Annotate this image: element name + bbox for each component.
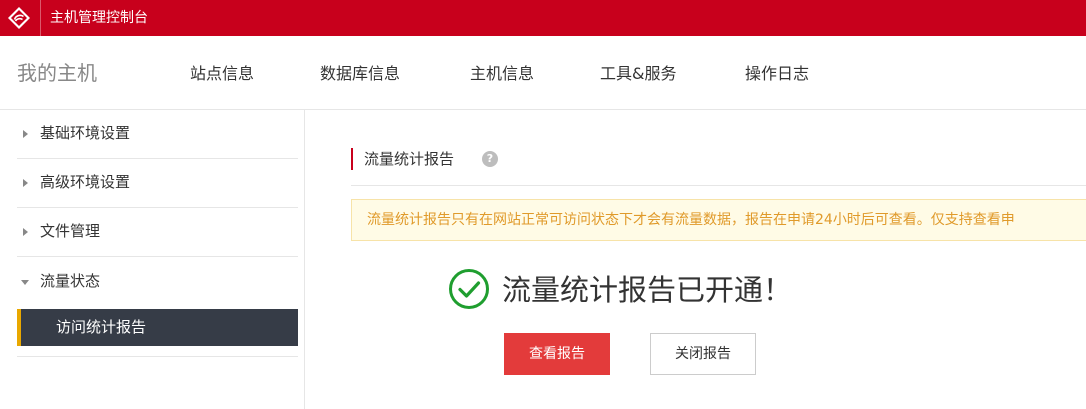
sidebar-subitem-visit-report[interactable]: 访问统计报告 [17,309,298,346]
close-report-button[interactable]: 关闭报告 [650,333,756,375]
nav-operation-log[interactable]: 操作日志 [745,63,809,85]
question-circle-icon[interactable]: ? [482,151,498,167]
sidebar-item-label: 高级环境设置 [40,173,131,191]
nav-host-info[interactable]: 主机信息 [470,63,534,85]
caret-down-icon [21,280,29,285]
notice-text: 流量统计报告只有在网站正常可访问状态下才会有流量数据，报告在申请24小时后可查看… [367,212,1015,228]
nav-database-info[interactable]: 数据库信息 [320,63,400,85]
nav-site-info[interactable]: 站点信息 [190,63,254,85]
success-message: 流量统计报告已开通！ [502,273,793,307]
app-title: 主机管理控制台 [50,10,148,26]
sidebar-item-label: 流量状态 [40,272,101,290]
sidebar-item-file-management[interactable]: 文件管理 [17,208,298,257]
caret-right-icon [23,179,28,187]
main-nav: 我的主机 站点信息 数据库信息 主机信息 工具&服务 操作日志 [0,36,1086,110]
sidebar-item-advanced-env[interactable]: 高级环境设置 [17,159,298,208]
sidebar: 基础环境设置 高级环境设置 文件管理 流量状态 [0,110,305,409]
caret-right-icon [23,130,28,138]
sidebar-item-label: 文件管理 [40,222,101,240]
sidebar-item-traffic-status[interactable]: 流量状态 [17,258,298,307]
section-title-text: 流量统计报告 [364,150,455,168]
nav-brand[interactable]: 我的主机 [17,61,97,85]
top-bar: 主机管理控制台 [0,0,1086,36]
section-divider [351,185,1086,186]
sidebar-item-label: 基础环境设置 [40,124,131,142]
sidebar-divider [17,356,298,357]
topbar-divider [40,0,41,36]
sidebar-subitem-label: 访问统计报告 [56,318,147,336]
caret-right-icon [23,228,28,236]
view-report-button[interactable]: 查看报告 [504,333,610,375]
brand-logo-icon[interactable] [7,6,31,30]
sidebar-item-basic-env[interactable]: 基础环境设置 [17,110,298,159]
notice-banner: 流量统计报告只有在网站正常可访问状态下才会有流量数据，报告在申请24小时后可查看… [351,199,1086,241]
check-circle-icon [449,269,489,309]
section-title: 流量统计报告 ? [351,148,498,170]
nav-tools-services[interactable]: 工具&服务 [600,63,676,85]
